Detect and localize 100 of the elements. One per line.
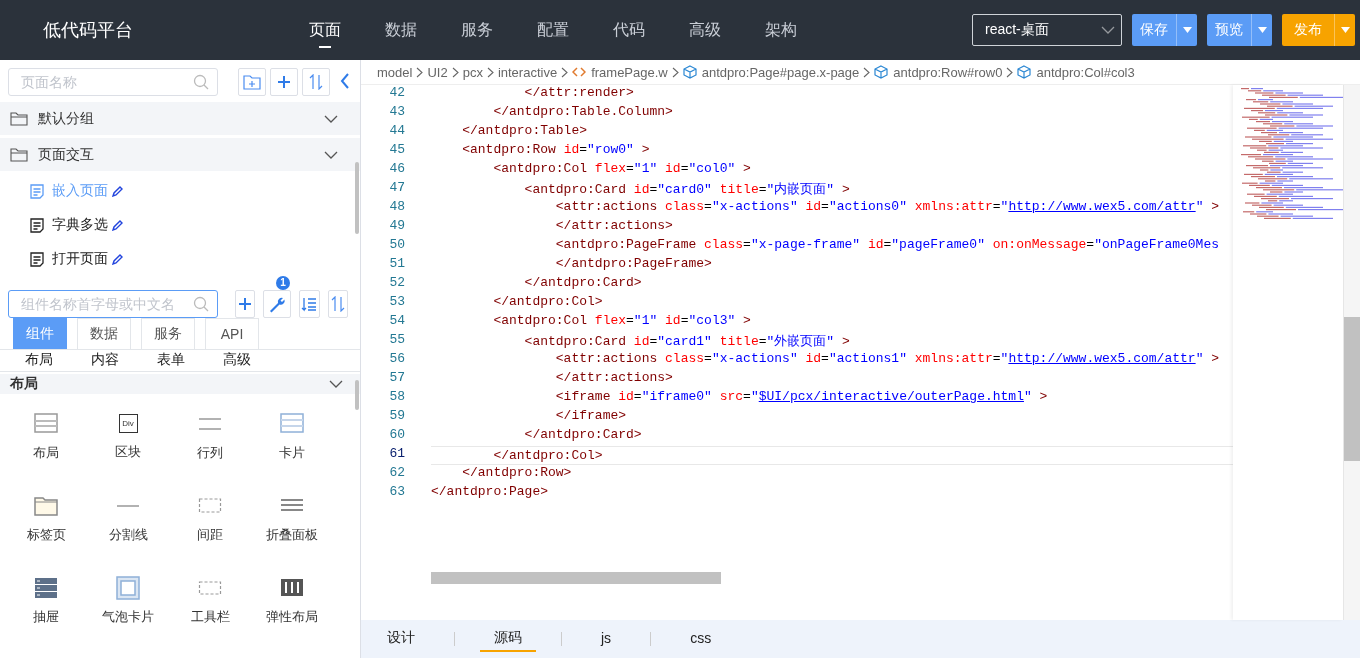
- component-item[interactable]: 行列: [169, 412, 251, 494]
- view-tab[interactable]: 设计: [373, 626, 429, 652]
- line-number: 49: [388, 218, 406, 235]
- cube-icon: [874, 65, 889, 79]
- breadcrumb-item[interactable]: UI2: [427, 64, 448, 80]
- component-item[interactable]: 标签页: [5, 494, 87, 576]
- add-button[interactable]: [234, 290, 255, 318]
- code-line: </antdpro:PageFrame>: [554, 256, 713, 273]
- view-tab[interactable]: css: [676, 627, 726, 651]
- line-number: 44: [388, 123, 406, 140]
- add-button[interactable]: [270, 68, 298, 96]
- breadcrumb-item[interactable]: model: [377, 64, 413, 80]
- chevron-down-icon: [329, 379, 343, 388]
- code-line: </iframe>: [554, 408, 628, 425]
- line-number: 57: [388, 370, 406, 387]
- code-icon: [572, 67, 587, 77]
- component-item[interactable]: Div 区块: [87, 412, 169, 494]
- sort-button[interactable]: [302, 68, 330, 96]
- search-field[interactable]: 组件名称首字母或中文名: [8, 290, 218, 318]
- sorted-list-icon: [301, 296, 318, 312]
- scrollbar-thumb[interactable]: [355, 380, 359, 410]
- code-line: <attr:actions class="x-actions" id="actions0" xmlns:attr="http://www.wex5.com/attr" >: [554, 199, 1221, 216]
- new-folder-button[interactable]: [238, 68, 266, 96]
- section-header[interactable]: 布局: [0, 373, 360, 394]
- scrollbar-thumb[interactable]: [355, 162, 359, 234]
- plus-icon: [237, 297, 252, 311]
- component-item[interactable]: 抽屉: [5, 576, 87, 658]
- code-line: <attr:actions class="x-actions" id="actions1" xmlns:attr="http://www.wex5.com/attr" >: [554, 351, 1221, 368]
- line-number: 47: [388, 180, 406, 197]
- category-link[interactable]: 表单: [142, 351, 208, 370]
- code-line: </antdpro:Table>: [461, 123, 589, 140]
- nav-tab[interactable]: 代码: [591, 0, 667, 60]
- environment-select[interactable]: react-桌面: [972, 14, 1122, 46]
- page-item[interactable]: 字典多选: [0, 208, 360, 242]
- pencil-icon: [112, 253, 123, 265]
- code-line: </antdpro:Col>: [492, 294, 604, 311]
- plus-icon: [277, 75, 291, 89]
- code-line: </attr:actions>: [554, 370, 674, 387]
- code-line: </antdpro:Table.Column>: [492, 104, 674, 121]
- component-item[interactable]: 间距: [169, 494, 251, 576]
- line-number: 53: [388, 294, 406, 311]
- line-number: 59: [388, 408, 406, 425]
- category-link[interactable]: 内容: [76, 351, 142, 370]
- cube-icon: [1017, 65, 1032, 79]
- line-number: 51: [388, 256, 406, 273]
- line-number: 43: [388, 104, 406, 121]
- nav-tab[interactable]: 数据: [363, 0, 439, 60]
- line-number: 50: [388, 237, 406, 254]
- horizontal-line-icon: [116, 505, 140, 507]
- code-line: <antdpro:Col flex="1" id="col0" >: [492, 161, 752, 178]
- panel-tab[interactable]: 服务: [141, 318, 195, 349]
- nav-tab[interactable]: 架构: [743, 0, 819, 60]
- category-link[interactable]: 高级: [208, 351, 274, 370]
- component-item[interactable]: 卡片: [251, 412, 333, 494]
- card-icon: [280, 412, 304, 436]
- nav-tab[interactable]: 页面: [287, 0, 363, 60]
- breadcrumb-item[interactable]: antdpro:Col#col3: [1017, 64, 1135, 80]
- code-line: </antdpro:Row>: [461, 465, 573, 482]
- panel-tab[interactable]: API: [205, 318, 259, 349]
- folder-plus-icon: [243, 74, 261, 90]
- wrench-button[interactable]: [263, 290, 291, 318]
- breadcrumb-item[interactable]: antdpro:Page#page.x-page: [682, 64, 860, 80]
- line-number: 58: [388, 389, 406, 406]
- count-badge: 1: [276, 276, 290, 290]
- framed-square-icon: [116, 576, 140, 600]
- component-item[interactable]: 气泡卡片: [87, 576, 169, 658]
- sort-list-button[interactable]: [299, 290, 320, 318]
- code-line: <antdpro:Row id="row0" >: [461, 142, 651, 159]
- breadcrumb-item[interactable]: interactive: [497, 64, 558, 80]
- folder-icon: [10, 111, 28, 126]
- line-number: 42: [388, 85, 406, 102]
- page-group[interactable]: 页面交互: [0, 138, 360, 171]
- chevron-right-icon: [671, 66, 679, 78]
- line-number: 55: [388, 332, 406, 349]
- nav-tab[interactable]: 配置: [515, 0, 591, 60]
- line-number: 54: [388, 313, 406, 330]
- vertical-scrollbar-thumb[interactable]: [1344, 317, 1360, 461]
- chevron-right-icon: [486, 66, 494, 78]
- category-link[interactable]: 布局: [10, 351, 76, 370]
- cube-icon: [682, 65, 697, 79]
- horizontal-scrollbar-thumb[interactable]: [431, 572, 721, 584]
- view-tab[interactable]: 源码: [480, 626, 536, 652]
- component-item[interactable]: 折叠面板: [251, 494, 333, 576]
- component-item[interactable]: 分割线: [87, 494, 169, 576]
- view-tab[interactable]: js: [587, 627, 626, 651]
- nav-tab[interactable]: 服务: [439, 0, 515, 60]
- swap-arrows-icon: [309, 74, 323, 90]
- component-item[interactable]: 弹性布局: [251, 576, 333, 658]
- component-item[interactable]: 布局: [5, 412, 87, 494]
- wrench-icon: [268, 295, 286, 313]
- breadcrumb-item[interactable]: framePage.w: [572, 64, 668, 80]
- page-item[interactable]: 打开页面: [0, 242, 360, 276]
- page-group[interactable]: 默认分组: [0, 102, 360, 135]
- breadcrumb-item[interactable]: antdpro:Row#row0: [874, 64, 1003, 80]
- sort-button[interactable]: [327, 290, 348, 318]
- component-item[interactable]: 工具栏: [169, 576, 251, 658]
- nav-tab[interactable]: 高级: [667, 0, 743, 60]
- breadcrumb-item[interactable]: pcx: [462, 64, 483, 80]
- code-line: <antdpro:Card id="card1" title="外嵌页面" >: [523, 333, 851, 351]
- panel-tab[interactable]: 数据: [77, 318, 131, 349]
